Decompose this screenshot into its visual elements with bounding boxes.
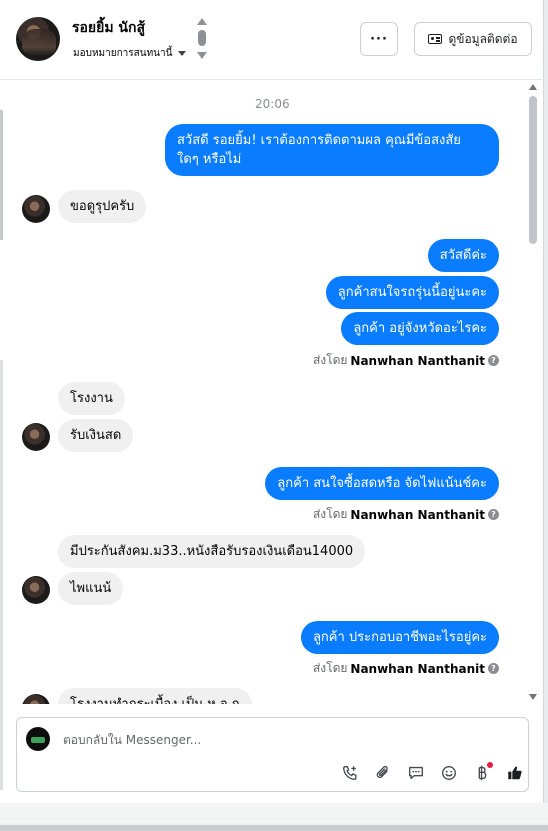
sent-by-info: ส่งโดย Nanwhan Nanthanit ? (313, 351, 499, 370)
sent-by-prefix: ส่งโดย (312, 353, 348, 367)
contact-avatar-small (22, 694, 50, 704)
reply-input[interactable] (61, 728, 505, 752)
message-bubble-outgoing[interactable]: สวัสดีค่ะ (427, 239, 499, 272)
sent-by-info: ส่งโดย Nanwhan Nanthanit ? (313, 659, 499, 678)
smiley-icon[interactable] (438, 762, 460, 784)
sent-by-name: Nanwhan Nanthanit (350, 507, 485, 522)
window-bottom-edge (0, 803, 548, 831)
message-timestamp: 20:06 (255, 97, 290, 111)
message-line: สวัสดี รอยยิ้ม! เราต้องการติดตามผล คุณมี… (177, 133, 461, 148)
thumbs-up-icon[interactable] (504, 762, 526, 784)
sent-by-name: Nanwhan Nanthanit (350, 661, 485, 676)
stepper-bar (198, 30, 206, 46)
conversation-stepper[interactable] (196, 18, 208, 62)
message-bubble-incoming[interactable]: ไพแนน้ (58, 572, 124, 605)
scroll-thumb[interactable] (529, 96, 537, 244)
contact-card-icon (428, 34, 443, 44)
sent-by-prefix: ส่งโดย (312, 661, 348, 675)
contact-avatar-small (22, 195, 50, 223)
help-icon[interactable]: ? (488, 663, 499, 674)
message-scrollbar[interactable] (528, 82, 540, 704)
more-options-button[interactable]: ··· (360, 22, 398, 56)
message-bubble-outgoing[interactable]: ลูกค้า ประกอบอาชีพอะไรอยู่คะ (300, 621, 499, 654)
sent-by-info: ส่งโดย Nanwhan Nanthanit ? (313, 505, 499, 524)
contact-name[interactable]: รอยยิ้ม นักสู้ (72, 17, 145, 39)
assign-label: มอบหมายการสนทนานี้ (73, 48, 173, 59)
conversation-header: รอยยิ้ม นักสู้ มอบหมายการสนทนานี้ ··· ดู… (0, 0, 544, 80)
sent-by-prefix: ส่งโดย (312, 507, 348, 521)
message-bubble-outgoing[interactable]: สวัสดี รอยยิ้ม! เราต้องการติดตามผล คุณมี… (165, 124, 499, 176)
message-bubble-incoming[interactable]: โรงงาน (58, 382, 125, 415)
assign-conversation-dropdown[interactable]: มอบหมายการสนทนานี้ (73, 46, 187, 61)
message-bubble-outgoing[interactable]: ลูกค้าสนใจรถรุ่นนี้อยู่นะคะ (325, 276, 499, 309)
contact-avatar-small (22, 423, 50, 451)
paperclip-icon[interactable] (372, 762, 394, 784)
help-icon[interactable]: ? (488, 509, 499, 520)
chat-bubble-icon[interactable] (405, 762, 427, 784)
sent-by-name: Nanwhan Nanthanit (350, 353, 485, 368)
more-icon: ··· (370, 31, 388, 47)
message-bubble-outgoing[interactable]: ลูกค้า อยู่จังหวัดอะไรคะ (341, 312, 499, 345)
message-line: ใดๆ หรือไม่ (177, 152, 242, 167)
contact-avatar[interactable] (16, 17, 60, 61)
phone-plus-icon[interactable] (339, 762, 361, 784)
baht-icon[interactable] (471, 762, 493, 784)
inbox-conversation-panel: รอยยิ้ม นักสู้ มอบหมายการสนทนานี้ ··· ดู… (0, 0, 544, 803)
composer-toolbar (339, 762, 526, 784)
caret-down-icon (178, 51, 187, 56)
view-contact-info-label: ดูข้อมูลติดต่อ (448, 31, 518, 46)
notification-dot (487, 762, 493, 768)
message-bubble-incoming[interactable]: โรงงานทำกระเบื้อง เป็น ห.จ.ก (58, 688, 252, 704)
page-avatar (26, 727, 50, 751)
help-icon[interactable]: ? (488, 355, 499, 366)
message-list: 20:06 สวัสดี รอยยิ้ม! เราต้องการติดตามผล… (0, 82, 528, 704)
message-bubble-incoming[interactable]: ขอดูรุปครับ (58, 190, 147, 223)
scroll-down-arrow-icon[interactable] (529, 694, 537, 700)
reply-composer (16, 717, 529, 792)
message-bubble-incoming[interactable]: รับเงินสด (58, 419, 134, 452)
message-bubble-incoming[interactable]: มีประกันสังคม.ม33..หนังสือรับรองเงินเดือ… (58, 535, 366, 568)
contact-avatar-small (22, 576, 50, 604)
view-contact-info-button[interactable]: ดูข้อมูลติดต่อ (414, 22, 532, 56)
scroll-up-arrow-icon[interactable] (529, 84, 537, 90)
chevron-down-icon[interactable] (197, 52, 207, 59)
chevron-up-icon[interactable] (197, 18, 207, 25)
message-bubble-outgoing[interactable]: ลูกค้า สนใจซื้อสดหรือ จัดไฟแน้นช์คะ (265, 467, 499, 500)
